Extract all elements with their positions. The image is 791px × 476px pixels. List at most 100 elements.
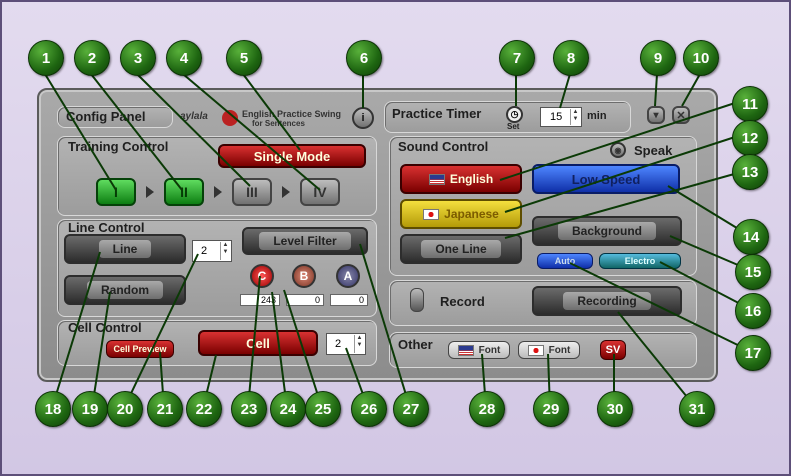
level-c-toggle[interactable]: C	[250, 264, 274, 288]
timer-unit: min	[587, 110, 607, 122]
sv-button[interactable]: SV	[600, 340, 626, 360]
step-3-button[interactable]: III	[232, 178, 272, 206]
logo-icon	[222, 110, 238, 126]
timer-value: 15	[550, 111, 563, 123]
callout-14: 14	[733, 219, 769, 255]
callout-7: 7	[499, 40, 535, 76]
line-control-label: Line Control	[68, 220, 145, 235]
cell-button[interactable]: Cell	[198, 330, 318, 356]
callout-22: 22	[186, 391, 222, 427]
speaker-icon: ◉	[610, 142, 626, 158]
arrow-icon	[282, 186, 290, 198]
arrow-icon	[146, 186, 154, 198]
callout-1: 1	[28, 40, 64, 76]
one-line-button[interactable]: One Line	[400, 234, 522, 264]
level-c-count: 243	[240, 294, 280, 306]
step-1-button[interactable]: I	[96, 178, 136, 206]
callout-2: 2	[74, 40, 110, 76]
tagline: English Practice Swing	[242, 109, 342, 119]
font-jp-label: Font	[548, 344, 571, 356]
line-button-label: Line	[98, 240, 152, 258]
training-control-label: Training Control	[68, 139, 169, 154]
callout-18: 18	[35, 391, 71, 427]
callout-29: 29	[533, 391, 569, 427]
timer-spinner[interactable]: 15 ▲ ▼	[540, 107, 582, 127]
line-button[interactable]: Line	[64, 234, 186, 264]
callout-27: 27	[393, 391, 429, 427]
english-label: English	[449, 172, 494, 186]
background-label: Background	[557, 222, 656, 240]
callout-24: 24	[270, 391, 306, 427]
japanese-label: Japanese	[444, 207, 499, 221]
callout-13: 13	[732, 154, 768, 190]
microphone-icon	[410, 288, 424, 312]
line-count-value: 2	[201, 245, 208, 257]
speak-label: Speak	[634, 143, 673, 158]
recording-button[interactable]: Recording	[532, 286, 682, 316]
level-a-toggle[interactable]: A	[336, 264, 360, 288]
spinner-arrows-icon[interactable]: ▲ ▼	[354, 335, 364, 353]
cell-count-value: 2	[335, 338, 342, 350]
other-label: Other	[398, 337, 433, 352]
callout-3: 3	[120, 40, 156, 76]
english-button[interactable]: English	[400, 164, 522, 194]
level-b-toggle[interactable]: B	[292, 264, 316, 288]
spinner-arrows-icon[interactable]: ▲ ▼	[220, 242, 230, 260]
tagline-sub: for Sentences	[252, 119, 305, 128]
callout-31: 31	[679, 391, 715, 427]
callout-19: 19	[72, 391, 108, 427]
level-a-count: 0	[330, 294, 368, 306]
callout-26: 26	[351, 391, 387, 427]
arrow-icon	[214, 186, 222, 198]
timer-set-label: Set	[507, 122, 520, 131]
jp-flag-icon	[423, 208, 440, 220]
callout-11: 11	[732, 86, 768, 122]
electro-button[interactable]: Electro	[599, 253, 681, 269]
callout-9: 9	[640, 40, 676, 76]
level-filter-button[interactable]: Level Filter	[242, 227, 368, 255]
callout-12: 12	[732, 120, 768, 156]
callout-21: 21	[147, 391, 183, 427]
record-label: Record	[440, 294, 485, 309]
cell-count-spinner[interactable]: 2 ▲ ▼	[326, 333, 366, 355]
level-b-count: 0	[286, 294, 324, 306]
callout-30: 30	[597, 391, 633, 427]
callout-16: 16	[735, 293, 771, 329]
callout-28: 28	[469, 391, 505, 427]
low-speed-button[interactable]: Low Speed	[532, 164, 680, 194]
font-en-button[interactable]: Font	[448, 341, 510, 359]
cell-control-label: Cell Control	[68, 320, 142, 335]
callout-10: 10	[683, 40, 719, 76]
clock-icon[interactable]: ◷	[506, 106, 523, 123]
japanese-button[interactable]: Japanese	[400, 199, 522, 229]
jp-flag-icon	[527, 344, 544, 356]
close-button[interactable]: ✕	[672, 106, 690, 124]
config-panel-title: Config Panel	[66, 109, 146, 124]
level-filter-label: Level Filter	[259, 232, 351, 250]
info-icon[interactable]: i	[352, 107, 374, 129]
font-jp-button[interactable]: Font	[518, 341, 580, 359]
spinner-arrows-icon[interactable]: ▲ ▼	[570, 109, 580, 125]
one-line-label: One Line	[421, 240, 501, 258]
callout-15: 15	[735, 254, 771, 290]
background-button[interactable]: Background	[532, 216, 682, 246]
line-count-spinner[interactable]: 2 ▲ ▼	[192, 240, 232, 262]
cell-preview-button[interactable]: Cell Preview	[106, 340, 174, 358]
callout-25: 25	[305, 391, 341, 427]
random-label: Random	[87, 281, 163, 299]
font-en-label: Font	[478, 344, 501, 356]
callout-20: 20	[107, 391, 143, 427]
auto-button[interactable]: Auto	[537, 253, 593, 269]
recording-label: Recording	[563, 292, 651, 310]
step-2-button[interactable]: II	[164, 178, 204, 206]
single-mode-button[interactable]: Single Mode	[218, 144, 366, 168]
random-button[interactable]: Random	[64, 275, 186, 305]
callout-6: 6	[346, 40, 382, 76]
callout-17: 17	[735, 335, 771, 371]
logo: aylala	[180, 111, 208, 122]
us-flag-icon	[428, 173, 445, 185]
callout-23: 23	[231, 391, 267, 427]
minimize-button[interactable]: ▾	[647, 106, 665, 124]
sound-control-label: Sound Control	[398, 139, 489, 154]
step-4-button[interactable]: IV	[300, 178, 340, 206]
